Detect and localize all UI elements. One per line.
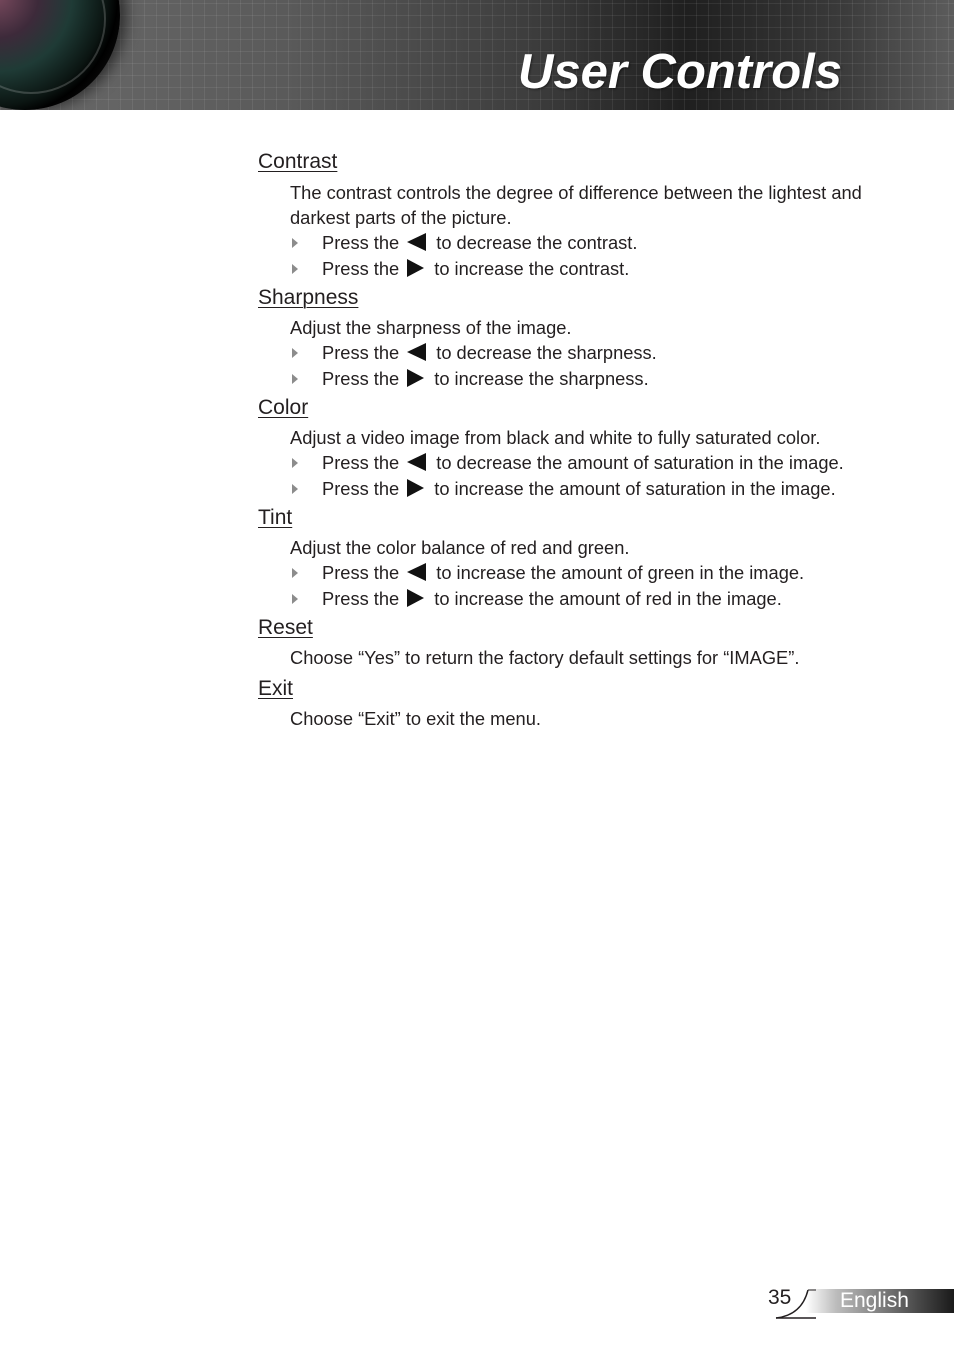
list-item: Press the to increase the amount of green… [290,560,918,586]
list-item: Press the to decrease the sharpness. [290,340,918,366]
section-heading: Exit [258,677,294,701]
left-arrow-icon [407,343,427,362]
bullet-prefix: Press the [322,452,400,474]
bullet-prefix: Press the [322,588,400,610]
bullet-triangle-icon [292,373,298,384]
section-description: Adjust a video image from black and whit… [290,426,821,448]
list-item: Press the to decrease the contrast. [290,230,918,256]
bullet-prefix: Press the [322,562,400,584]
bullet-list: Press the to decrease the contrast. Press… [290,230,918,282]
bullet-prefix: Press the [322,367,400,389]
bullet-prefix: Press the [322,477,400,499]
list-item: Press the to decrease the amount of satur… [290,450,918,476]
left-arrow-icon [407,233,427,251]
language-label: English [840,1289,909,1312]
section-heading: Contrast [258,150,338,173]
bullet-triangle-icon [292,594,298,605]
section-contrast: Contrast The contrast controls the degre… [258,149,918,282]
bullet-triangle-icon [292,483,298,494]
right-arrow-icon [407,589,425,608]
section-heading: Sharpness [258,285,359,309]
left-arrow-icon [407,563,427,582]
right-arrow-icon [407,478,425,497]
bullet-triangle-icon [292,568,298,579]
bullet-text: to increase the contrast. [434,257,630,279]
section-color: Color Adjust a video image from black an… [258,395,918,502]
bullet-triangle-icon [292,458,298,469]
page-title: User Controls [517,45,842,99]
section-heading: Reset [258,615,313,639]
bullet-list: Press the to decrease the sharpness. Pres… [290,340,918,392]
bullet-text: to decrease the amount of saturation in … [436,452,844,474]
list-item: Press the to increase the contrast. [290,256,918,282]
section-description: The contrast controls the degree of diff… [290,182,862,228]
list-item: Press the to increase the sharpness. [290,366,918,392]
section-heading: Tint [258,505,293,529]
left-arrow-icon [407,453,427,472]
right-arrow-icon [407,258,425,277]
content-area: Contrast The contrast controls the degre… [258,146,918,732]
bullet-text: to decrease the contrast. [436,232,638,253]
bullet-triangle-icon [292,348,298,359]
section-description: Choose “Yes” to return the factory defau… [290,646,800,668]
page-header-banner: User Controls [0,0,954,110]
bullet-text: to increase the amount of saturation in … [434,477,836,499]
page-number: 35 [768,1286,792,1309]
section-sharpness: Sharpness Adjust the sharpness of the im… [258,285,918,392]
bullet-text: to increase the amount of green in the i… [436,562,805,584]
section-exit: Exit Choose “Exit” to exit the menu. [258,676,918,732]
right-arrow-icon [407,368,425,387]
section-description: Adjust the color balance of red and gree… [290,536,630,558]
section-heading: Color [258,395,309,419]
bullet-text: to increase the amount of red in the ima… [434,588,782,610]
list-item: Press the to increase the amount of satur… [290,476,918,502]
bullet-prefix: Press the [322,232,400,253]
language-tab: English [806,1289,954,1313]
bullet-text: to increase the sharpness. [434,367,649,389]
bullet-triangle-icon [292,238,298,248]
bullet-list: Press the to decrease the amount of satur… [290,450,918,502]
section-tint: Tint Adjust the color balance of red and… [258,505,918,612]
bullet-triangle-icon [292,263,298,274]
bullet-text: to decrease the sharpness. [436,342,657,364]
bullet-prefix: Press the [322,342,400,364]
bullet-list: Press the to increase the amount of green… [290,560,918,612]
section-description: Choose “Exit” to exit the menu. [290,708,541,730]
list-item: Press the to increase the amount of red i… [290,586,918,612]
bullet-prefix: Press the [322,257,400,279]
section-reset: Reset Choose “Yes” to return the factory… [258,615,918,671]
page-footer: English 35 [766,1284,954,1320]
section-description: Adjust the sharpness of the image. [290,316,572,338]
